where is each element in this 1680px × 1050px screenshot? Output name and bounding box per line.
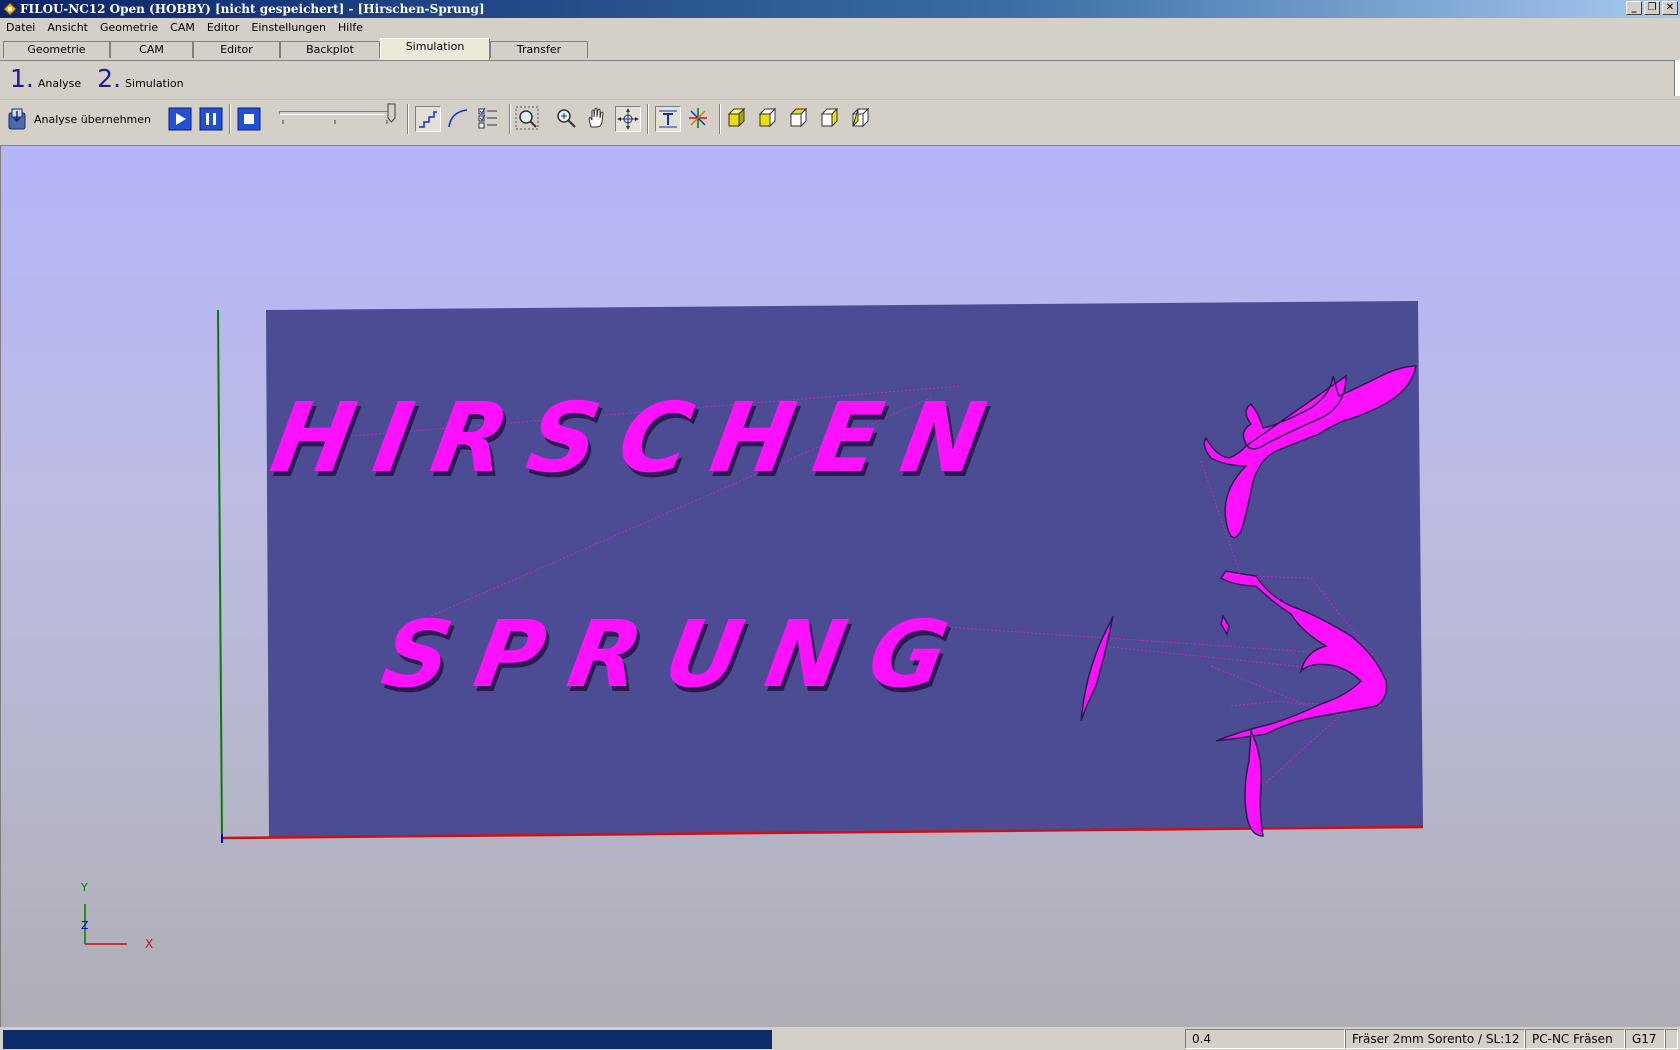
zoom-fit-icon: [515, 106, 539, 130]
view-iso-button[interactable]: [725, 106, 751, 132]
status-machine: PC-NC Fräsen: [1525, 1029, 1625, 1049]
step-label: Simulation: [125, 76, 184, 90]
triad-y-label: Y: [80, 881, 88, 894]
y-axis-line: [217, 309, 223, 839]
app-icon: [3, 2, 17, 16]
menu-hilfe[interactable]: Hilfe: [332, 21, 369, 34]
arc-mode-button[interactable]: [446, 106, 472, 132]
status-bar: 0.4 Fräser 2mm Sorento / SL:12 PC-NC Frä…: [0, 1027, 1680, 1050]
cube-top-icon: [789, 107, 808, 128]
checklist-button[interactable]: [476, 106, 502, 132]
speed-slider-track[interactable]: [279, 111, 391, 115]
speed-slider-ticks: [282, 120, 388, 124]
menu-ansicht[interactable]: Ansicht: [41, 21, 94, 34]
analyse-uebernehmen-button[interactable]: Analyse übernehmen: [6, 106, 151, 132]
text-icon: [659, 110, 677, 128]
step-number: 1.: [10, 63, 34, 93]
cube-side-icon: [820, 107, 839, 128]
menu-bar: Datei Ansicht Geometrie CAM Editor Einst…: [0, 18, 1680, 37]
scene-svg: HIRSCHEN HIRSCHEN SPRUNG SPRUNG Y Z X: [80, 301, 1424, 951]
play-button[interactable]: [167, 106, 193, 132]
zoom-button[interactable]: [554, 106, 580, 132]
step-analyse[interactable]: 1. Analyse: [10, 64, 81, 93]
toolbar-separator: [647, 104, 649, 134]
tab-backplot[interactable]: Backplot: [280, 41, 380, 58]
triad-x-label: X: [145, 937, 153, 951]
tab-geometrie[interactable]: Geometrie: [3, 41, 110, 58]
step-number: 2.: [97, 63, 122, 93]
checklist-icon: [478, 107, 497, 129]
hand-icon: [588, 107, 604, 128]
close-button[interactable]: ✕: [1662, 1, 1678, 15]
axis-triad: Y Z X: [80, 881, 153, 951]
simulation-viewport[interactable]: HIRSCHEN HIRSCHEN SPRUNG SPRUNG Y Z X: [0, 145, 1680, 1027]
arc-icon: [448, 109, 468, 128]
stairs-icon: [419, 111, 437, 128]
step-simulation[interactable]: 2. Simulation: [97, 64, 183, 93]
toolbar-separator: [229, 104, 231, 134]
toolbar-separator: [407, 104, 409, 134]
zoom-fit-button[interactable]: [515, 106, 541, 132]
zoom-icon: [557, 109, 576, 128]
rotate-button[interactable]: [615, 106, 641, 132]
progress-bar: [3, 1030, 772, 1049]
status-value: 0.4: [1185, 1029, 1345, 1049]
analyse-uebernehmen-label: Analyse übernehmen: [34, 112, 152, 126]
view-back-button[interactable]: [849, 106, 875, 132]
triad-z-label: Z: [81, 919, 89, 932]
toolbar-separator: [719, 104, 721, 134]
import-icon: [8, 108, 26, 130]
step-bar: 1. Analyse 2. Simulation: [10, 62, 200, 94]
play-icon: [168, 107, 192, 131]
cube-solid-icon: [727, 107, 746, 128]
status-tool: Fräser 2mm Sorento / SL:12: [1345, 1029, 1525, 1049]
speed-slider-thumb[interactable]: [387, 103, 396, 123]
axes-button[interactable]: [686, 106, 712, 132]
maximize-button[interactable]: ❐: [1644, 1, 1660, 15]
tab-simulation[interactable]: Simulation: [380, 38, 490, 60]
text-line1: HIRSCHEN: [264, 382, 1016, 494]
tab-bar: Geometrie CAM Editor Backplot Simulation…: [0, 38, 1680, 61]
tab-transfer[interactable]: Transfer: [490, 41, 588, 58]
toolbar-separator: [509, 104, 511, 134]
menu-einstellungen[interactable]: Einstellungen: [245, 21, 332, 34]
menu-geometrie[interactable]: Geometrie: [94, 21, 164, 34]
toolbar: Analyse übernehmen: [0, 99, 1680, 137]
view-side-button[interactable]: [818, 106, 844, 132]
status-empty: [1665, 1029, 1678, 1049]
text-line2: SPRUNG: [375, 601, 982, 708]
axes-icon: [689, 108, 707, 128]
status-plane: G17: [1625, 1029, 1665, 1049]
side-scrollbar[interactable]: [1674, 60, 1680, 96]
step-label: Analyse: [37, 76, 82, 90]
tab-editor[interactable]: Editor: [193, 41, 280, 58]
pause-icon: [199, 107, 223, 131]
stop-button[interactable]: [236, 106, 262, 132]
rotate-icon: [617, 108, 639, 130]
pause-button[interactable]: [198, 106, 224, 132]
stop-icon: [237, 107, 261, 131]
title-bar: FILOU-NC12 Open (HOBBY) [nicht gespeiche…: [0, 0, 1680, 18]
minimize-button[interactable]: _: [1626, 1, 1642, 15]
view-top-button[interactable]: [787, 106, 813, 132]
window-title: FILOU-NC12 Open (HOBBY) [nicht gespeiche…: [20, 2, 485, 16]
text-display-button[interactable]: [655, 106, 681, 132]
view-front-button[interactable]: [756, 106, 782, 132]
step-mode-button[interactable]: [415, 106, 441, 132]
pan-button[interactable]: [584, 106, 610, 132]
menu-editor[interactable]: Editor: [201, 21, 246, 34]
cube-front-icon: [758, 107, 777, 128]
menu-datei[interactable]: Datei: [0, 21, 41, 34]
cube-back-icon: [851, 107, 870, 128]
menu-cam[interactable]: CAM: [164, 21, 201, 34]
tab-cam[interactable]: CAM: [110, 41, 193, 58]
